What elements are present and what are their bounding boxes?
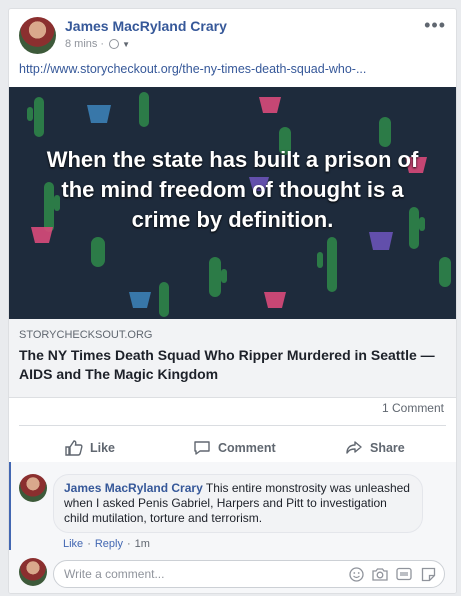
action-bar: Like Comment Share xyxy=(9,433,456,463)
meta-separator: · xyxy=(100,38,105,50)
comment-dot: · xyxy=(87,538,91,550)
like-label: Like xyxy=(90,441,116,455)
commenter-name[interactable]: James MacRyland Crary xyxy=(64,481,203,495)
comment-input[interactable]: Write a comment... xyxy=(53,560,445,588)
commenter-avatar[interactable] xyxy=(19,474,47,502)
comment-like-link[interactable]: Like xyxy=(63,538,83,550)
globe-icon[interactable] xyxy=(109,39,120,49)
author-name[interactable]: James MacRyland Crary xyxy=(65,18,227,34)
comment-icon xyxy=(194,441,210,455)
comment-label: Comment xyxy=(218,441,276,455)
composer-avatar xyxy=(19,558,47,586)
more-icon[interactable]: ••• xyxy=(424,15,446,36)
gif-icon[interactable] xyxy=(396,566,412,582)
sticker-icon[interactable] xyxy=(420,566,436,582)
caret-down-icon[interactable]: ▼ xyxy=(122,40,130,49)
comment-accent-bar xyxy=(9,462,11,550)
post-time[interactable]: 8 mins xyxy=(65,38,97,50)
share-button[interactable]: Share xyxy=(345,433,405,463)
comment-count[interactable]: 1 Comment xyxy=(382,401,444,415)
post-header: James MacRyland Crary 8 mins · ▼ ••• xyxy=(9,9,456,61)
post-url[interactable]: http://www.storycheckout.org/the-ny-time… xyxy=(19,62,366,76)
like-button[interactable]: Like xyxy=(65,433,115,463)
comment-bubble: James MacRyland Crary This entire monstr… xyxy=(53,474,423,533)
camera-icon[interactable] xyxy=(372,566,388,582)
emoji-icon[interactable] xyxy=(348,566,364,582)
comment-dot: · xyxy=(126,538,131,550)
composer-tools xyxy=(348,566,436,582)
comment-placeholder: Write a comment... xyxy=(64,567,165,581)
link-title[interactable]: The NY Times Death Squad Who Ripper Murd… xyxy=(19,346,449,384)
like-icon xyxy=(65,440,83,456)
link-image[interactable]: When the state has built a prison of the… xyxy=(9,87,456,319)
link-preview[interactable]: STORYCHECKSOUT.ORG The NY Times Death Sq… xyxy=(9,319,456,398)
post-card: James MacRyland Crary 8 mins · ▼ ••• htt… xyxy=(8,8,457,594)
share-label: Share xyxy=(370,441,405,455)
comments-section: James MacRyland Crary This entire monstr… xyxy=(9,462,456,593)
comment-actions: Like · Reply · 1m xyxy=(63,538,150,550)
share-icon xyxy=(346,441,362,454)
post-meta: 8 mins · ▼ xyxy=(65,38,130,50)
comment-reply-link[interactable]: Reply xyxy=(95,538,123,550)
comment-time[interactable]: 1m xyxy=(135,538,150,550)
image-quote: When the state has built a prison of the… xyxy=(46,147,419,232)
comment-button[interactable]: Comment xyxy=(193,433,276,463)
author-avatar[interactable] xyxy=(19,17,56,54)
link-domain: STORYCHECKSOUT.ORG xyxy=(19,329,153,341)
divider xyxy=(19,425,446,426)
